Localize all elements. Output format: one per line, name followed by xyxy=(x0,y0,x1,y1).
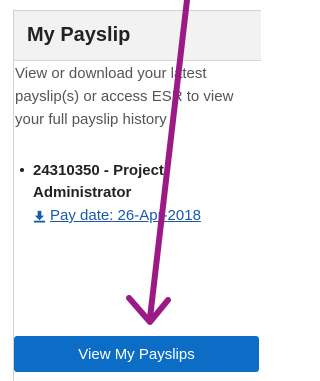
panel-title: My Payslip xyxy=(27,24,131,46)
bullet-icon xyxy=(20,168,24,172)
view-my-payslips-button[interactable]: View My Payslips xyxy=(14,336,259,372)
payslip-list: 24310350 - Project Administrator Pay dat… xyxy=(20,160,245,227)
panel-description: View or download your latest payslip(s) … xyxy=(15,65,234,128)
download-icon xyxy=(33,210,46,223)
payslip-list-item: 24310350 - Project Administrator Pay dat… xyxy=(20,160,245,227)
pay-date-label: Pay date: 26-Apr-2018 xyxy=(50,207,201,224)
job-title: 24310350 - Project Administrator xyxy=(33,162,164,201)
pay-date-link[interactable]: Pay date: 26-Apr-2018 xyxy=(33,205,245,227)
panel-header: My Payslip xyxy=(14,11,261,61)
